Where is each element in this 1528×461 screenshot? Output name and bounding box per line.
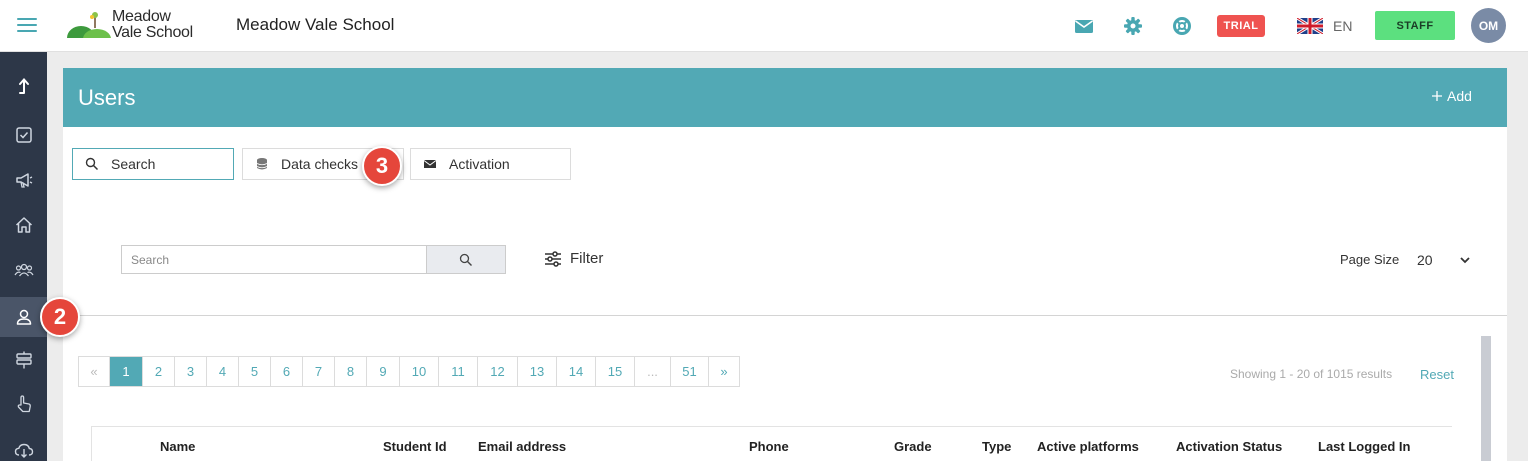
pagination-page[interactable]: 1 <box>110 357 143 386</box>
reset-link[interactable]: Reset <box>1420 367 1454 382</box>
search-icon <box>459 253 472 266</box>
language-selector[interactable]: EN <box>1297 16 1352 36</box>
pagination-page[interactable]: 6 <box>271 357 303 386</box>
search-icon <box>85 157 99 171</box>
column-header[interactable]: Email address <box>478 439 566 454</box>
sidebar-item-interactions[interactable] <box>0 384 47 424</box>
results-count: Showing 1 - 20 of 1015 results <box>1230 367 1393 381</box>
sidebar-item-announcements[interactable] <box>0 160 47 200</box>
pagination-next[interactable]: » <box>709 357 739 386</box>
annotation-badge-3: 3 <box>362 146 402 186</box>
language-code: EN <box>1333 18 1353 34</box>
users-table-header: Name Student Id Email address Phone Grad… <box>91 426 1452 461</box>
pagination-page[interactable]: 9 <box>367 357 400 386</box>
sidebar-item-groups[interactable] <box>0 250 47 290</box>
column-header[interactable]: Phone <box>749 439 789 454</box>
column-header[interactable]: Type <box>982 439 1011 454</box>
filter-button[interactable]: Filter <box>544 250 603 267</box>
gear-icon[interactable] <box>1123 16 1143 36</box>
column-header[interactable]: Last Logged In <box>1318 439 1410 454</box>
column-header[interactable]: Activation Status <box>1176 439 1282 454</box>
user-search-bar <box>121 245 506 274</box>
pagination-page[interactable]: 5 <box>239 357 271 386</box>
column-header[interactable]: Grade <box>894 439 932 454</box>
pagination-page[interactable]: 11 <box>439 357 478 386</box>
logo-hills-icon <box>67 12 111 50</box>
column-header[interactable]: Student Id <box>383 439 447 454</box>
hand-pointer-icon <box>17 395 31 413</box>
sliders-icon <box>545 250 561 267</box>
scrollbar[interactable] <box>1481 336 1491 461</box>
panel-header: Users Add <box>63 68 1507 127</box>
section-divider <box>63 315 1507 316</box>
menu-icon[interactable] <box>17 14 37 34</box>
pagination-page[interactable]: 2 <box>143 357 175 386</box>
page-title: Users <box>78 85 136 110</box>
page-size-label: Page Size <box>1340 252 1400 267</box>
column-header[interactable]: Name <box>160 439 195 454</box>
checkbox-icon <box>15 127 32 143</box>
envelope-icon[interactable] <box>1074 16 1094 36</box>
pagination-page[interactable]: 8 <box>335 357 367 386</box>
tab-activation[interactable]: Activation <box>410 148 571 180</box>
plus-icon <box>1432 91 1442 101</box>
search-submit-button[interactable] <box>426 245 506 274</box>
pagination-page[interactable]: 12 <box>478 357 518 386</box>
pagination-page[interactable]: 4 <box>207 357 239 386</box>
chevron-down-icon <box>1460 257 1470 264</box>
page-size-select[interactable]: 20 <box>1417 248 1471 272</box>
avatar[interactable]: OM <box>1471 8 1506 43</box>
sidebar-item-upload[interactable] <box>0 66 47 106</box>
trial-badge: TRIAL <box>1217 15 1265 37</box>
megaphone-icon <box>15 173 32 188</box>
uk-flag-icon <box>1297 18 1323 34</box>
sidebar-item-downloads[interactable] <box>0 430 47 461</box>
user-icon <box>16 309 31 325</box>
staff-role-button[interactable]: STAFF <box>1375 11 1455 40</box>
signpost-icon <box>15 351 32 369</box>
upload-icon <box>18 77 29 94</box>
pagination-page[interactable]: 3 <box>175 357 207 386</box>
sidebar-item-home[interactable] <box>0 205 47 245</box>
lifebuoy-icon[interactable] <box>1172 16 1192 36</box>
pagination-prev[interactable]: « <box>79 357 110 386</box>
logo-text: Meadow Vale School <box>112 8 193 41</box>
users-panel: Users Add Search Data checks Activation … <box>63 68 1507 461</box>
tab-search[interactable]: Search <box>72 148 234 180</box>
pagination-page[interactable]: 15 <box>596 357 635 386</box>
annotation-badge-2: 2 <box>40 297 80 337</box>
pagination-ellipsis: ... <box>635 357 671 386</box>
school-name: Meadow Vale School <box>236 15 395 34</box>
users-group-icon <box>13 263 34 277</box>
add-user-button[interactable]: Add <box>1431 88 1472 104</box>
pagination-page[interactable]: 51 <box>671 357 709 386</box>
search-input[interactable] <box>121 245 426 274</box>
cloud-download-icon <box>14 443 33 458</box>
top-bar: Meadow Vale School Meadow Vale School TR… <box>0 0 1528 52</box>
sidebar-item-signpost[interactable] <box>0 340 47 380</box>
column-header[interactable]: Active platforms <box>1037 439 1139 454</box>
pagination: « 1 2 3 4 5 6 7 8 9 10 11 12 13 14 15 ..… <box>78 356 740 387</box>
database-icon <box>256 158 268 170</box>
school-logo[interactable]: Meadow Vale School <box>67 8 197 50</box>
pagination-page[interactable]: 10 <box>400 357 439 386</box>
home-icon <box>15 217 32 233</box>
sidebar <box>0 52 47 461</box>
sidebar-item-tasks[interactable] <box>0 115 47 155</box>
pagination-page[interactable]: 14 <box>557 357 596 386</box>
pagination-page[interactable]: 13 <box>518 357 557 386</box>
envelope-icon <box>423 160 437 168</box>
pagination-page[interactable]: 7 <box>303 357 335 386</box>
